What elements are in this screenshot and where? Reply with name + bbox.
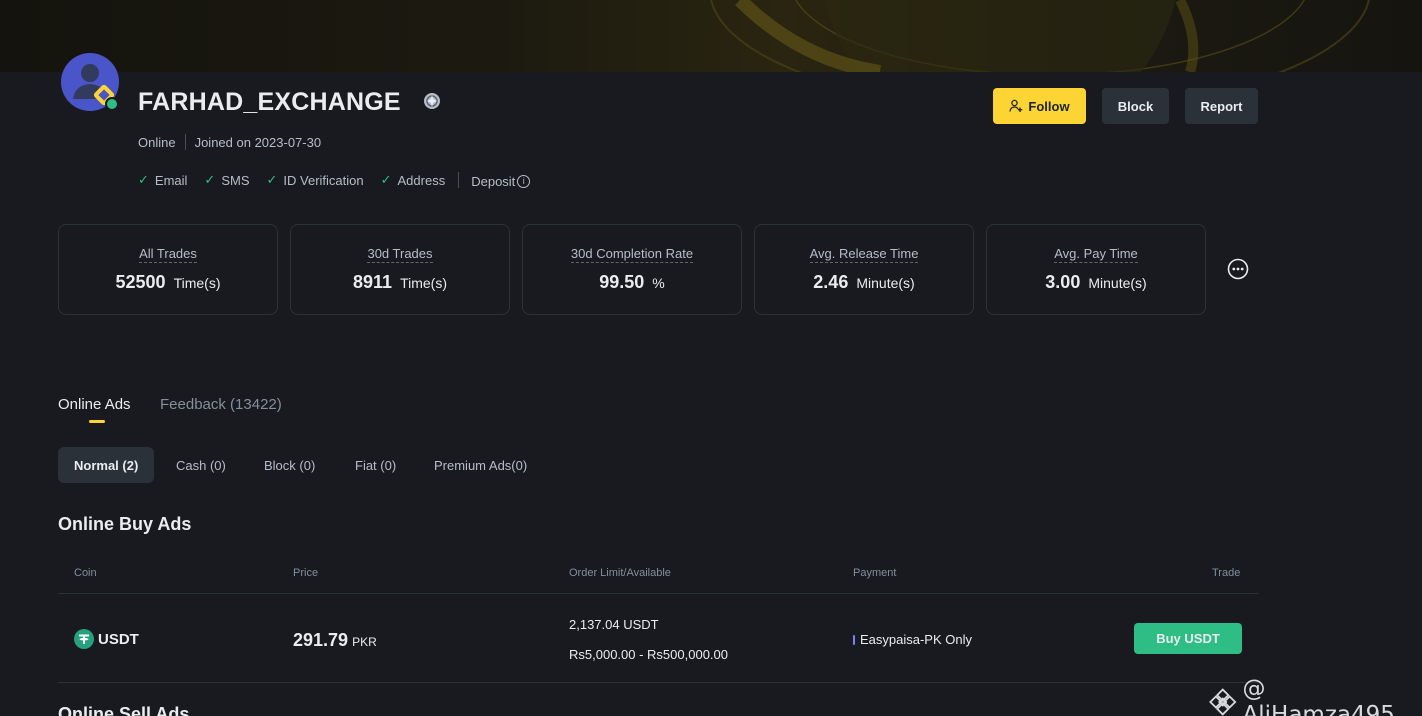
- stat-value: 8911 Time(s): [353, 272, 447, 292]
- more-icon[interactable]: [1227, 258, 1249, 280]
- stat-label[interactable]: 30d Completion Rate: [570, 246, 694, 263]
- table-row-available: 2,137.04 USDT: [569, 617, 659, 632]
- buy-usdt-button[interactable]: Buy USDT: [1134, 623, 1242, 654]
- stat-release-time: Avg. Release Time 2.46 Minute(s): [754, 224, 974, 315]
- verified-merchant-icon: [424, 93, 440, 109]
- info-icon[interactable]: i: [517, 175, 531, 188]
- status-line: Online Joined on 2023-07-30: [138, 134, 321, 150]
- binance-logo-icon: [1209, 688, 1237, 716]
- column-header-limit: Order Limit/Available: [569, 567, 671, 579]
- verification-list: ✓ Email ✓ SMS ✓ ID Verification ✓ Addres…: [138, 171, 531, 189]
- tab-online-ads[interactable]: Online Ads: [58, 396, 131, 413]
- divider: [458, 172, 460, 188]
- stat-label[interactable]: Avg. Release Time: [809, 246, 919, 263]
- subtab-normal[interactable]: Normal (2): [58, 447, 155, 483]
- verification-email: ✓ Email: [138, 172, 188, 188]
- subtab-premium-ads[interactable]: Premium Ads(0): [418, 447, 543, 483]
- table-row-limit: Rs5,000.00 - Rs500,000.00: [569, 647, 728, 662]
- profile-banner: [0, 0, 1422, 72]
- table-divider: [58, 682, 1258, 683]
- add-user-icon: [1009, 99, 1023, 112]
- merchant-nickname: FARHAD_EXCHANGE: [138, 88, 401, 116]
- column-header-coin: Coin: [74, 567, 97, 579]
- column-header-payment: Payment: [853, 567, 897, 579]
- stat-label[interactable]: Avg. Pay Time: [1054, 246, 1138, 263]
- stat-pay-time: Avg. Pay Time 3.00 Minute(s): [986, 224, 1206, 315]
- check-icon: ✓: [380, 172, 392, 187]
- payment-method-marker: [853, 634, 855, 645]
- tether-icon: [74, 629, 94, 649]
- tab-feedback[interactable]: Feedback (13422): [160, 396, 282, 413]
- online-status-dot: [105, 97, 119, 111]
- stat-30d-trades: 30d Trades 8911 Time(s): [290, 224, 510, 315]
- block-button[interactable]: Block: [1102, 88, 1169, 124]
- stat-value: 52500 Time(s): [115, 272, 221, 292]
- verification-address: ✓ Address: [380, 172, 446, 188]
- sell-ads-title: Online Sell Ads: [58, 704, 190, 716]
- divider: [184, 134, 186, 150]
- active-tab-indicator: [89, 420, 105, 423]
- table-row-coin: USDT: [74, 629, 139, 649]
- column-header-price: Price: [293, 567, 319, 579]
- stat-all-trades: All Trades 52500 Time(s): [58, 224, 278, 315]
- stat-value: 3.00 Minute(s): [1045, 272, 1147, 292]
- check-icon: ✓: [266, 172, 278, 187]
- report-button[interactable]: Report: [1185, 88, 1258, 124]
- table-divider: [58, 593, 1258, 594]
- deposit-info[interactable]: Deposit i: [471, 174, 531, 189]
- check-icon: ✓: [138, 172, 149, 187]
- subtab-block[interactable]: Block (0): [248, 447, 331, 483]
- subtab-cash[interactable]: Cash (0): [160, 447, 242, 483]
- follow-button[interactable]: Follow: [993, 88, 1086, 124]
- verification-id: ✓ ID Verification: [266, 172, 364, 188]
- subtab-fiat[interactable]: Fiat (0): [339, 447, 412, 483]
- buy-ads-title: Online Buy Ads: [58, 514, 192, 534]
- stat-label[interactable]: All Trades: [139, 246, 197, 263]
- verification-sms: ✓ SMS: [204, 172, 250, 188]
- table-row-payment: Easypaisa-PK Only: [853, 632, 972, 647]
- table-row-price: 291.79 PKR: [293, 630, 377, 650]
- stat-value: 99.50 %: [599, 272, 665, 292]
- stat-completion-rate: 30d Completion Rate 99.50 %: [522, 224, 742, 315]
- column-header-trade: Trade: [1212, 567, 1241, 579]
- joined-date: Joined on 2023-07-30: [194, 134, 322, 150]
- watermark: @ AliHamza495: [1209, 676, 1422, 716]
- online-status-text: Online: [138, 134, 176, 150]
- stat-label[interactable]: 30d Trades: [367, 246, 433, 263]
- banner-decoration: [710, 0, 1370, 72]
- check-icon: ✓: [204, 172, 216, 187]
- stat-value: 2.46 Minute(s): [813, 272, 915, 292]
